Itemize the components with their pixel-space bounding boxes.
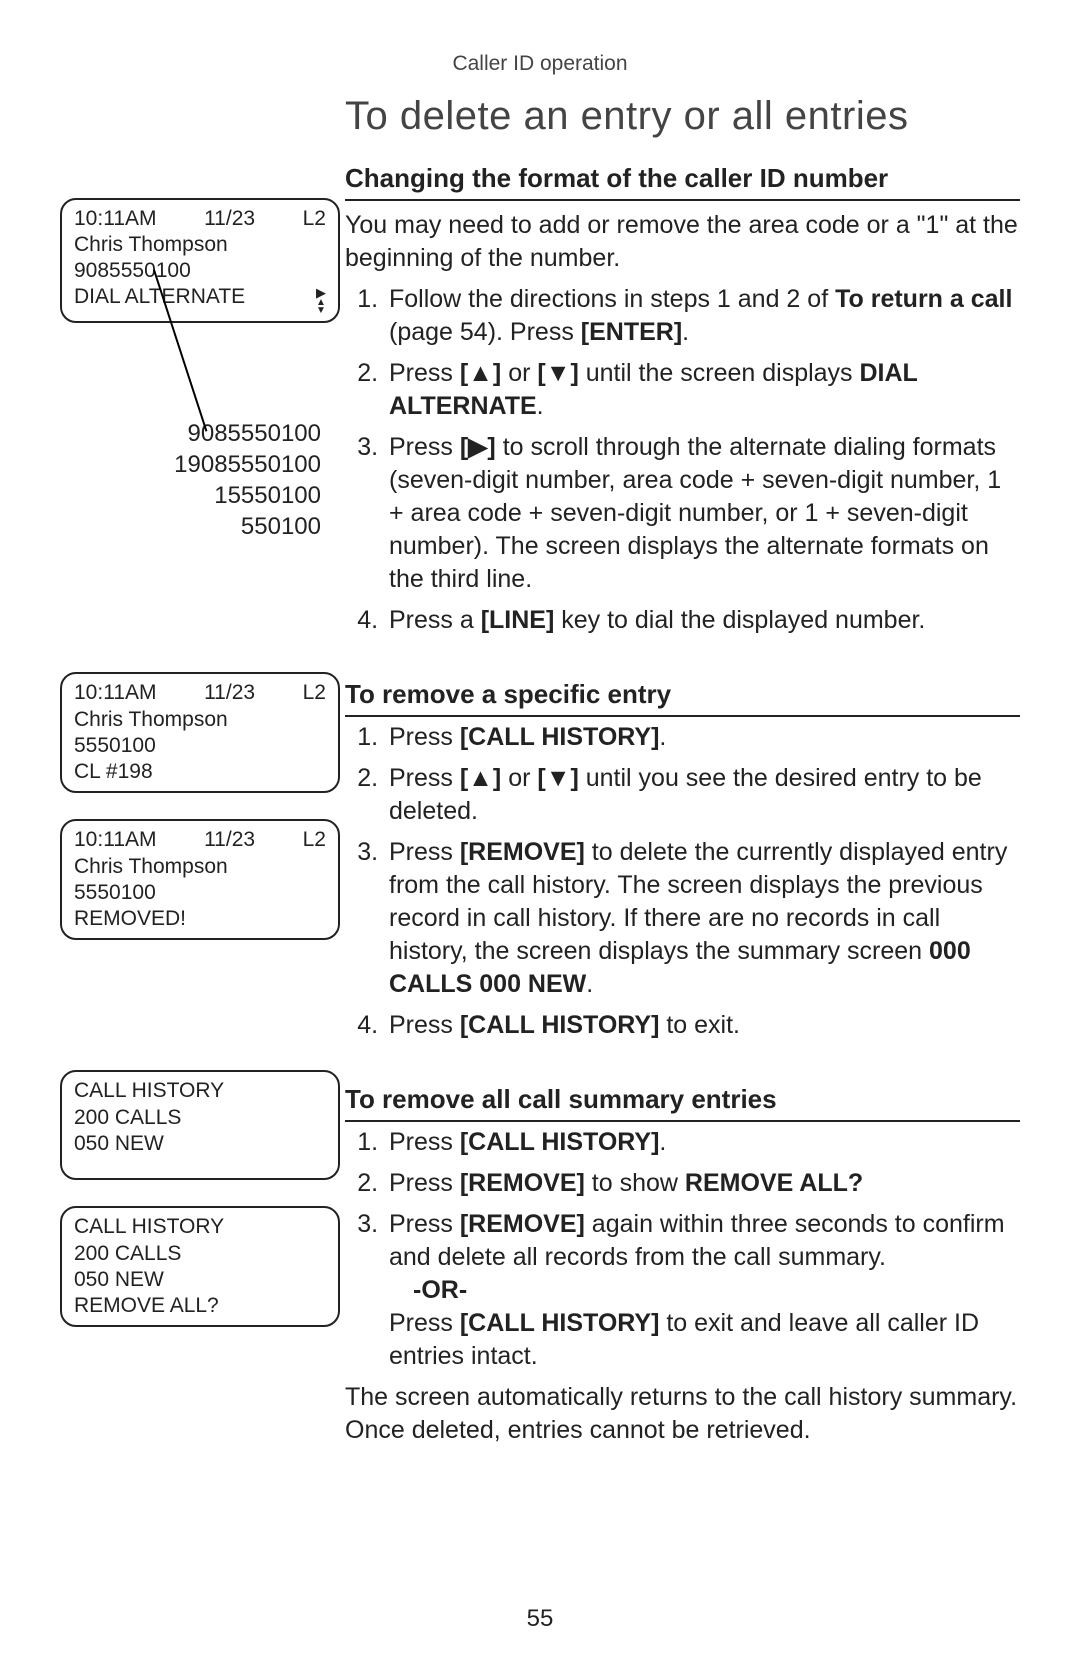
step: Press [▶] to scroll through the alternat…	[385, 431, 1020, 596]
outro-text: The screen automatically returns to the …	[345, 1381, 1020, 1447]
lcd-entry-detail: 10:11AM 11/23 L2 Chris Thompson 5550100 …	[60, 672, 340, 793]
lcd-line: L2	[303, 827, 326, 853]
step: Press a [LINE] key to dial the displayed…	[385, 604, 1020, 637]
step: Press [▲] or [▼] until you see the desir…	[385, 762, 1020, 828]
step: Press [▲] or [▼] until the screen displa…	[385, 357, 1020, 423]
heading-remove-all: To remove all call summary entries	[345, 1082, 1020, 1122]
left-column: 10:11AM 11/23 L2 Chris Thompson 90855501…	[60, 88, 345, 1328]
lcd-number: 5550100	[74, 733, 326, 759]
right-column: To delete an entry or all entries Changi…	[345, 88, 1020, 1456]
lcd-date: 11/23	[204, 680, 255, 706]
lcd-number: 5550100	[74, 880, 326, 906]
lcd-number: 9085550100	[74, 258, 191, 284]
breadcrumb: Caller ID operation	[60, 50, 1020, 78]
key-line: [LINE]	[481, 606, 555, 634]
lcd-line2: 200 CALLS	[74, 1105, 326, 1131]
alt-number-4: 550100	[60, 512, 321, 543]
key-enter: [ENTER]	[581, 318, 682, 346]
lcd-name: Chris Thompson	[74, 854, 326, 880]
lcd-line1: CALL HISTORY	[74, 1078, 326, 1104]
steps-change-format: Follow the directions in steps 1 and 2 o…	[345, 283, 1020, 637]
page-title: To delete an entry or all entries	[345, 90, 1020, 143]
key-down: [▼]	[537, 359, 578, 387]
lcd-line4: REMOVE ALL?	[74, 1293, 326, 1319]
step-alt: Press [CALL HISTORY] to exit and leave a…	[389, 1309, 979, 1370]
lcd-call-history-summary: CALL HISTORY 200 CALLS 050 NEW	[60, 1070, 340, 1180]
key-call-history: [CALL HISTORY]	[460, 1011, 660, 1039]
page-number: 55	[0, 1603, 1080, 1635]
lcd-name: Chris Thompson	[74, 707, 326, 733]
ref-to-return-a-call: To return a call	[835, 285, 1012, 313]
intro-text: You may need to add or remove the area c…	[345, 209, 1020, 275]
key-down: [▼]	[537, 764, 578, 792]
or-separator: -OR-	[413, 1274, 1020, 1307]
key-right: [▶]	[460, 433, 496, 461]
alt-number-1: 9085550100	[60, 419, 321, 450]
step: Press [REMOVE] to show REMOVE ALL?	[385, 1167, 1020, 1200]
step: Press [CALL HISTORY].	[385, 721, 1020, 754]
lcd-line: L2	[303, 680, 326, 706]
lcd-line2: 200 CALLS	[74, 1241, 326, 1267]
lcd-status: CL #198	[74, 759, 326, 785]
heading-remove-specific: To remove a specific entry	[345, 677, 1020, 717]
lcd-remove-all-prompt: CALL HISTORY 200 CALLS 050 NEW REMOVE AL…	[60, 1206, 340, 1327]
step: Press [REMOVE] to delete the currently d…	[385, 836, 1020, 1001]
lcd-line1: CALL HISTORY	[74, 1214, 326, 1240]
lcd-date: 11/23	[204, 827, 255, 853]
key-up: [▲]	[460, 359, 501, 387]
lcd-dial-alternate: 10:11AM 11/23 L2 Chris Thompson 90855501…	[60, 198, 340, 324]
key-call-history: [CALL HISTORY]	[460, 1128, 660, 1156]
heading-change-format: Changing the format of the caller ID num…	[345, 161, 1020, 201]
alt-number-2: 19085550100	[60, 450, 321, 481]
alt-number-3: 15550100	[60, 481, 321, 512]
lcd-date: 11/23	[204, 206, 255, 232]
step: Press [CALL HISTORY] to exit.	[385, 1009, 1020, 1042]
lcd-time: 10:11AM	[74, 206, 157, 232]
lcd-name: Chris Thompson	[74, 232, 326, 258]
screen-text-remove-all: REMOVE ALL?	[685, 1169, 863, 1197]
steps-remove-specific: Press [CALL HISTORY]. Press [▲] or [▼] u…	[345, 721, 1020, 1042]
step: Follow the directions in steps 1 and 2 o…	[385, 283, 1020, 349]
lcd-line3: 050 NEW	[74, 1267, 326, 1293]
lcd-removed: 10:11AM 11/23 L2 Chris Thompson 5550100 …	[60, 819, 340, 940]
key-remove: [REMOVE]	[460, 838, 585, 866]
key-remove: [REMOVE]	[460, 1210, 585, 1238]
lcd-time: 10:11AM	[74, 827, 157, 853]
lcd-line: L2	[303, 206, 326, 232]
lcd-status: REMOVED!	[74, 906, 326, 932]
lcd-scroll-icons: ▶ ▲▼	[316, 286, 326, 315]
alternate-number-list: 9085550100 19085550100 15550100 550100	[60, 419, 345, 542]
steps-remove-all: Press [CALL HISTORY]. Press [REMOVE] to …	[345, 1126, 1020, 1373]
key-remove: [REMOVE]	[460, 1169, 585, 1197]
lcd-time: 10:11AM	[74, 680, 157, 706]
key-call-history: [CALL HISTORY]	[460, 1309, 660, 1337]
key-up: [▲]	[460, 764, 501, 792]
step: Press [CALL HISTORY].	[385, 1126, 1020, 1159]
key-call-history: [CALL HISTORY]	[460, 723, 660, 751]
step: Press [REMOVE] again within three second…	[385, 1208, 1020, 1373]
lcd-line3: 050 NEW	[74, 1131, 326, 1157]
